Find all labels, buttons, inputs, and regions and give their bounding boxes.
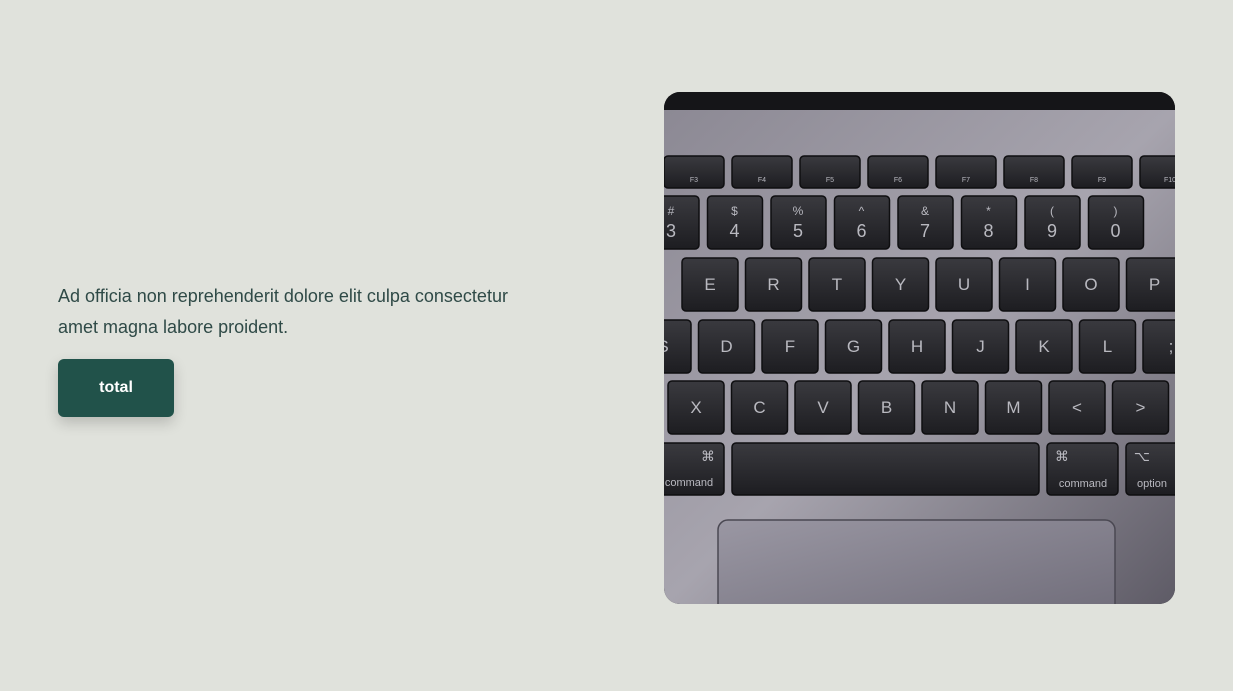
option-symbol: ⌥ [1134, 448, 1150, 464]
letter-key-label: < [1072, 398, 1082, 417]
number-key-digit: 3 [666, 221, 676, 241]
letter-key-label: H [911, 337, 923, 356]
number-key-digit: 0 [1110, 221, 1120, 241]
letter-key-label: N [944, 398, 956, 417]
letter-key-label: I [1025, 275, 1030, 294]
letter-key-label: S [664, 337, 669, 356]
letter-key-label: R [767, 275, 779, 294]
letter-key-label: U [958, 275, 970, 294]
number-key-digit: 7 [920, 221, 930, 241]
letter-key-label: > [1136, 398, 1146, 417]
command-symbol: ⌘ [701, 448, 715, 464]
number-key-digit: 4 [729, 221, 739, 241]
letter-key-label: D [720, 337, 732, 356]
option-label: option [1137, 478, 1167, 490]
number-key-symbol: # [668, 204, 675, 218]
number-key-digit: 8 [983, 221, 993, 241]
command-symbol: ⌘ [1055, 448, 1069, 464]
fn-key-label: F8 [1030, 177, 1038, 184]
number-key-symbol: ) [1114, 204, 1118, 218]
letter-key-label: L [1103, 337, 1112, 356]
fn-key-label: F9 [1098, 177, 1106, 184]
total-button[interactable]: total [58, 359, 174, 417]
page: Ad officia non reprehenderit dolore elit… [0, 0, 1233, 691]
fn-key-label: F3 [690, 177, 698, 184]
letter-key-label: T [832, 275, 842, 294]
fn-key-label: F4 [758, 177, 766, 184]
hero-description: Ad officia non reprehenderit dolore elit… [58, 286, 508, 337]
fn-key-label: F6 [894, 177, 902, 184]
letter-key-label: F [785, 337, 795, 356]
number-key-digit: 9 [1047, 221, 1057, 241]
fn-key-label: F10 [1164, 177, 1175, 184]
letter-key-label: M [1006, 398, 1020, 417]
hero-text-column: Ad officia non reprehenderit dolore elit… [58, 281, 518, 417]
command-right-label: command [1059, 478, 1107, 490]
letter-key-label: X [690, 398, 701, 417]
number-key-symbol: * [986, 204, 991, 218]
letter-key-label: C [753, 398, 765, 417]
letter-key-label: J [976, 337, 985, 356]
number-key-symbol: ^ [859, 204, 865, 218]
letter-key-label: E [704, 275, 715, 294]
space-key [731, 442, 1040, 496]
fn-key-label: F7 [962, 177, 970, 184]
number-key-symbol: $ [731, 204, 738, 218]
letter-key-label: O [1084, 275, 1097, 294]
command-left-label: command [665, 477, 713, 489]
letter-key-label: V [817, 398, 829, 417]
number-key-digit: 6 [856, 221, 866, 241]
letter-key-label: K [1038, 337, 1050, 356]
letter-key-label: ; [1169, 337, 1174, 356]
number-key-symbol: % [793, 204, 804, 218]
letter-key-label: B [881, 398, 892, 417]
number-key-digit: 5 [793, 221, 803, 241]
letter-key-label: G [847, 337, 860, 356]
number-key-symbol: & [921, 204, 929, 218]
letter-key-label: Y [895, 275, 906, 294]
letter-key-label: P [1149, 275, 1160, 294]
keyboard-illustration: F3 F4 F5 F6 F7 F8 F9 F10 #3 $4% 5 ^ 6 & 7 * 8 (9) 0 E R T Y U I O… [664, 92, 1175, 604]
fn-key-label: F5 [826, 177, 834, 184]
keyboard-image: F3 F4 F5 F6 F7 F8 F9 F10 #3 $4% 5 ^ 6 & 7 * 8 (9) 0 E R T Y U I O… [664, 92, 1175, 604]
number-key-symbol: ( [1050, 204, 1054, 218]
